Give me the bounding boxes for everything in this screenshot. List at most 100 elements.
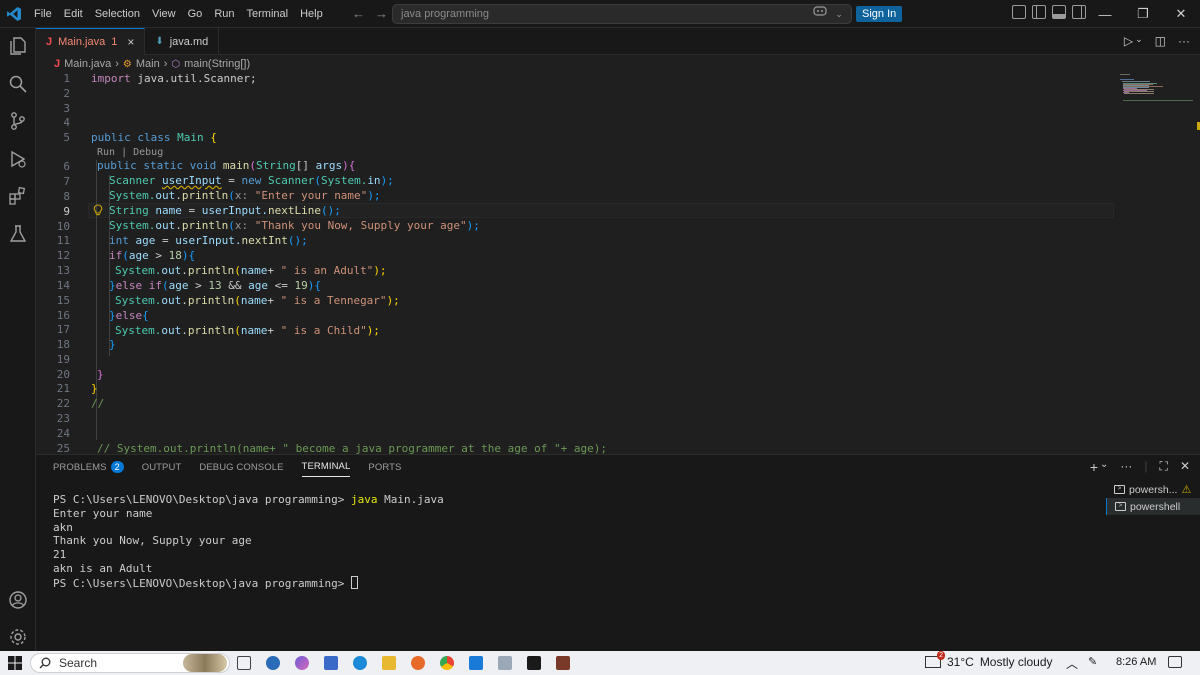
maximize-panel-icon[interactable]: ⛶ (1160, 459, 1168, 475)
app-icon[interactable] (556, 656, 570, 670)
line-number: 9 (63, 205, 70, 218)
activity-bar (0, 28, 36, 651)
code-line-20: } (97, 368, 104, 381)
menu-selection[interactable]: Selection (89, 0, 146, 28)
toggle-panel-icon[interactable] (1052, 5, 1066, 19)
code-line-13: System.out.println(name+ " is an Adult")… (115, 264, 387, 277)
lightbulb-icon[interactable] (92, 204, 104, 216)
menu-help[interactable]: Help (294, 0, 329, 28)
tab-java-md[interactable]: ⬇ java.md (145, 28, 220, 55)
close-panel-icon[interactable]: ✕ (1180, 459, 1190, 475)
account-icon[interactable] (8, 590, 28, 610)
code-editor[interactable]: 1 2 3 4 5 6 7 8 9 10 11 12 13 14 15 16 17 18 19 20 21 22 23 24 2… (36, 72, 1200, 454)
windows-start-icon[interactable] (8, 656, 22, 670)
source-control-icon[interactable] (8, 111, 28, 131)
notification-center-icon[interactable] (1168, 656, 1182, 668)
line-number: 2 (63, 87, 70, 100)
breadcrumb-method[interactable]: main(String[]) (184, 58, 250, 70)
line-number: 23 (56, 412, 70, 425)
line-number: 17 (56, 323, 70, 336)
weather-widget[interactable]: 2 31°C Mostly cloudy (925, 651, 1053, 669)
terminal-line: PS C:\Users\LENOVO\Desktop\java programm… (53, 575, 444, 591)
sign-in-button[interactable]: Sign In (856, 6, 903, 22)
taskbar-search-box[interactable]: Search (30, 653, 230, 673)
extensions-icon[interactable] (8, 186, 28, 206)
terminal-instance-1[interactable]: > powersh... ⚠ (1106, 481, 1200, 498)
menu-file[interactable]: File (28, 0, 58, 28)
run-java-icon[interactable]: ▷ (1124, 34, 1133, 48)
terminal-output[interactable]: PS C:\Users\LENOVO\Desktop\java programm… (53, 493, 444, 591)
menu-terminal[interactable]: Terminal (241, 0, 295, 28)
search-icon[interactable] (8, 74, 28, 94)
widgets-icon[interactable] (266, 656, 280, 670)
line-number: 10 (56, 220, 70, 233)
chevron-up-icon[interactable]: ︿ (1066, 655, 1078, 672)
customize-layout-icon[interactable] (1012, 5, 1026, 19)
breadcrumb: J Main.java › ⚙ Main › ⬡ main(String[]) (54, 56, 250, 72)
edge-icon[interactable] (353, 656, 367, 670)
terminal-instance-2[interactable]: > powershell (1106, 498, 1200, 515)
java-file-icon: J (46, 36, 53, 48)
settings-gear-icon[interactable] (8, 627, 28, 647)
minimize-icon[interactable]: — (1086, 0, 1124, 28)
tab-debug-console[interactable]: DEBUG CONSOLE (199, 461, 283, 477)
minimap[interactable] (1118, 72, 1200, 132)
terminal-app-icon[interactable] (527, 656, 541, 670)
menu-run[interactable]: Run (208, 0, 240, 28)
line-number: 14 (56, 279, 70, 292)
pen-icon[interactable]: ✎ (1088, 655, 1097, 672)
close-window-icon[interactable]: ✕ (1162, 0, 1200, 28)
command-center-search[interactable]: java programming (392, 4, 852, 24)
copilot-icon[interactable] (812, 6, 831, 20)
file-explorer-icon[interactable] (382, 656, 396, 670)
terminal-line: Enter your name (53, 506, 153, 520)
close-tab-icon[interactable]: × (127, 35, 134, 49)
search-highlight-image-icon (183, 654, 227, 672)
more-actions-icon[interactable]: ··· (1178, 34, 1190, 48)
menu-go[interactable]: Go (182, 0, 209, 28)
menu-view[interactable]: View (146, 0, 182, 28)
terminal-icon: > (1115, 502, 1126, 511)
toggle-secondary-sidebar-icon[interactable] (1072, 5, 1086, 19)
line-number: 7 (63, 175, 70, 188)
tab-terminal[interactable]: TERMINAL (301, 461, 351, 477)
testing-flask-icon[interactable] (8, 224, 28, 244)
split-editor-icon[interactable]: ◫ (1155, 34, 1166, 48)
restore-icon[interactable]: ❐ (1124, 0, 1162, 28)
terminal-dropdown-icon[interactable]: ⌄ (1100, 459, 1108, 475)
tab-output[interactable]: OUTPUT (142, 461, 182, 477)
tab-ports-label: PORTS (368, 461, 402, 473)
firefox-icon[interactable] (411, 656, 425, 670)
toggle-primary-sidebar-icon[interactable] (1032, 5, 1046, 19)
chrome-icon[interactable] (440, 656, 454, 670)
terminal-cursor (351, 575, 359, 589)
code-line-22: // (91, 397, 105, 410)
run-dropdown-icon[interactable]: ⌄ (1135, 34, 1143, 48)
tab-debug-console-label: DEBUG CONSOLE (199, 461, 284, 473)
breadcrumb-class[interactable]: Main (136, 58, 160, 70)
copilot-dropdown-icon[interactable]: ⌄ (835, 9, 843, 19)
store-icon[interactable] (324, 656, 338, 670)
breadcrumb-file[interactable]: Main.java (64, 58, 111, 70)
explorer-icon[interactable] (8, 36, 28, 56)
task-view-icon[interactable] (237, 656, 251, 670)
forward-arrow-icon[interactable]: → (375, 6, 388, 21)
codelens-run-debug[interactable]: Run | Debug (97, 147, 163, 158)
tab-problems-label: PROBLEMS (53, 461, 107, 473)
command-center-text: java programming (401, 8, 490, 20)
clock[interactable]: 8:26 AM (1116, 656, 1156, 668)
back-arrow-icon[interactable]: ← (352, 6, 365, 21)
tab-problems[interactable]: PROBLEMS 2 (53, 461, 124, 477)
panel-more-icon[interactable]: ··· (1120, 459, 1132, 475)
copilot-app-icon[interactable] (295, 656, 309, 670)
line-number: 19 (56, 353, 70, 366)
code-line-6: public static void main(String[] args){ (97, 159, 356, 172)
vscode-taskbar-icon[interactable] (469, 656, 483, 670)
chevron-right-icon: › (163, 58, 168, 70)
run-and-debug-icon[interactable] (8, 149, 28, 169)
new-terminal-icon[interactable]: + (1090, 459, 1098, 475)
menu-edit[interactable]: Edit (58, 0, 89, 28)
tab-ports[interactable]: PORTS (368, 461, 401, 477)
tab-main-java[interactable]: J Main.java 1 × (36, 28, 146, 55)
app-icon[interactable] (498, 656, 512, 670)
